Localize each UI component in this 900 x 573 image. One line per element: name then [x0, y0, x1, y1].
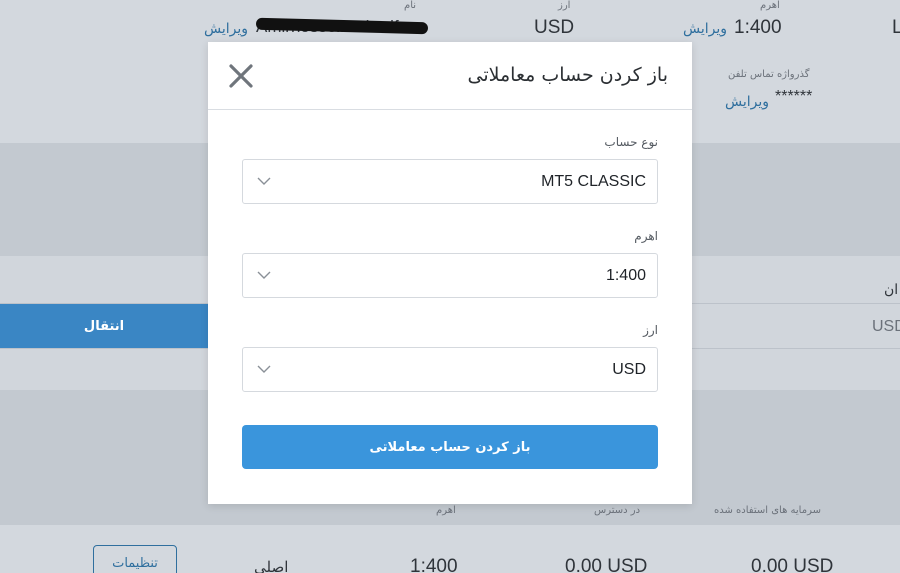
currency-select[interactable]: USD: [242, 347, 658, 392]
close-icon[interactable]: [228, 63, 254, 89]
table-leverage-label: اهرم: [436, 505, 456, 516]
row-available-value: 0.00 USD: [565, 556, 648, 573]
currency-selected: USD: [612, 361, 646, 378]
account-type-select[interactable]: MT5 CLASSIC: [242, 159, 658, 204]
leverage-select[interactable]: 1:400: [242, 253, 658, 298]
table-available-label: در دسترس: [594, 505, 641, 516]
transfer-button[interactable]: انتقال: [0, 304, 208, 348]
modal-title: باز کردن حساب معاملاتی: [467, 64, 668, 86]
phone-password-mask: ******: [775, 88, 813, 105]
account-type-value: اصلی: [254, 559, 289, 573]
name-label: نام: [404, 0, 417, 11]
settings-button[interactable]: تنظیمات: [93, 545, 177, 573]
phone-password-label: گذرواژه تماس تلفن: [728, 69, 810, 80]
currency-label: ارز: [558, 0, 571, 11]
open-trading-account-modal: باز کردن حساب معاملاتی نوع حساب MT5 CLAS…: [208, 42, 692, 504]
right-edge-text: L: [892, 17, 900, 38]
chevron-down-icon: [257, 271, 271, 279]
row-used-capital-value: 0.00 USD: [751, 556, 834, 573]
chevron-down-icon: [257, 365, 271, 373]
edit-password-link[interactable]: ویرایش: [725, 94, 769, 110]
edit-name-link[interactable]: ویرایش: [204, 21, 248, 37]
chevron-down-icon: [257, 177, 271, 185]
edit-leverage-link[interactable]: ویرایش: [683, 21, 727, 37]
currency-label: ارز: [643, 323, 658, 337]
right-edge-currency: USD: [872, 318, 900, 335]
open-account-button[interactable]: باز کردن حساب معاملاتی: [242, 425, 658, 469]
leverage-selected: 1:400: [605, 267, 646, 284]
modal-header: باز کردن حساب معاملاتی: [208, 42, 692, 110]
leverage-label: اهرم: [760, 0, 780, 11]
table-used-capital-label: سرمایه های استفاده شده: [714, 505, 821, 516]
right-edge-label: ان: [884, 281, 899, 297]
leverage-label: اهرم: [634, 229, 658, 243]
leverage-value: 1:400: [734, 17, 782, 38]
currency-value: USD: [534, 17, 575, 38]
account-type-selected: MT5 CLASSIC: [541, 173, 646, 190]
account-type-label: نوع حساب: [604, 135, 658, 149]
row-leverage-value: 1:400: [410, 556, 458, 573]
